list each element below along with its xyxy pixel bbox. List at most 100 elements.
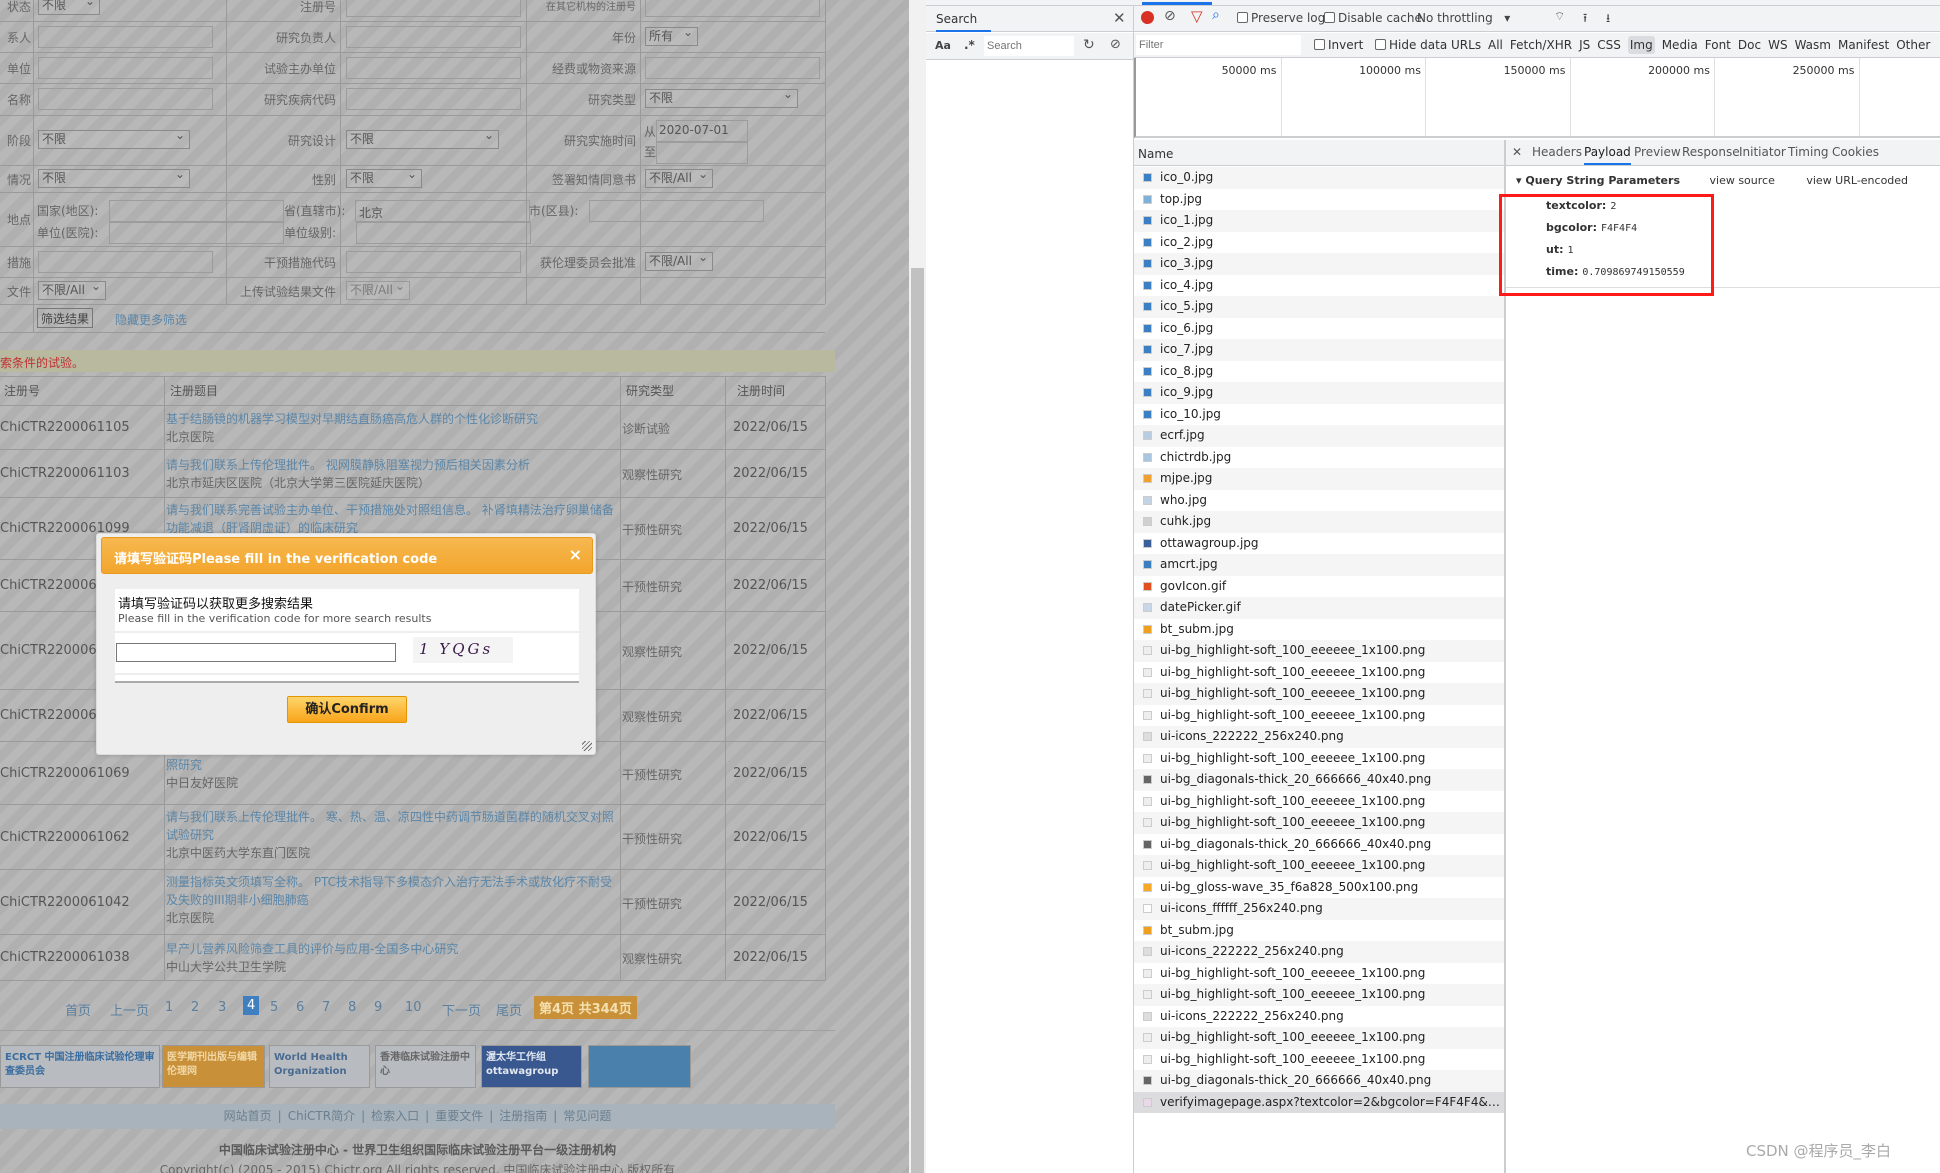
input-2-1[interactable] <box>38 56 213 79</box>
select-5-3[interactable]: 不限/All <box>645 166 713 188</box>
select-5-1[interactable]: 不限 <box>38 166 190 188</box>
select-3-3[interactable]: 不限 <box>645 86 798 108</box>
request-row[interactable]: govIcon.gif <box>1134 575 1504 597</box>
invert-checkbox[interactable]: Invert <box>1314 38 1363 52</box>
request-row[interactable]: ui-bg_highlight-soft_100_eeeeee_1x100.pn… <box>1134 790 1504 812</box>
page-link[interactable]: 1 <box>165 1000 173 1015</box>
clear-icon[interactable]: ⊘ <box>1110 37 1121 52</box>
regex-toggle[interactable]: .* <box>964 38 975 52</box>
request-row[interactable]: top.jpg <box>1134 188 1504 210</box>
trial-title-link[interactable]: 照研究 <box>166 756 616 774</box>
tab-headers[interactable]: Headers <box>1532 145 1582 163</box>
type-filter-ws[interactable]: WS <box>1768 38 1787 52</box>
type-filter-manifest[interactable]: Manifest <box>1838 38 1889 52</box>
filter-icon[interactable]: ▽ <box>1191 7 1203 25</box>
request-row[interactable]: ico_4.jpg <box>1134 274 1504 296</box>
refresh-icon[interactable]: ↻ <box>1083 37 1095 53</box>
partner-logo[interactable]: ECRCT 中国注册临床试验伦理审查委员会 <box>0 1045 160 1088</box>
page-link[interactable]: 4 <box>243 996 260 1015</box>
input-3-2[interactable] <box>346 88 521 110</box>
footer-link[interactable]: 常见问题 <box>563 1109 611 1123</box>
tab-initiator[interactable]: Initiator <box>1739 145 1786 163</box>
query-string-section[interactable]: ▾ Query String Parameters view source vi… <box>1516 174 1908 187</box>
filter-results-button[interactable]: 筛选结果 <box>37 308 94 328</box>
trial-title-link[interactable]: 请与我们联系完善试验主办单位、干预措施处对照组信息。 补肾填精法治疗卵巢储备功能… <box>166 501 616 537</box>
search-tab[interactable]: Search <box>936 12 991 32</box>
registration-id[interactable]: ChiCTR2200061042 <box>0 895 164 910</box>
page-link[interactable]: 上一页 <box>110 1000 149 1019</box>
date-to-input[interactable] <box>656 142 748 164</box>
footer-link[interactable]: 重要文件 <box>435 1109 483 1123</box>
request-row[interactable]: ui-bg_highlight-soft_100_eeeeee_1x100.pn… <box>1134 855 1504 877</box>
trial-title-link[interactable]: 请与我们联系上传伦理批件。 寒、热、温、凉四性中药调节肠道菌群的随机交叉对照试验… <box>166 808 616 844</box>
select-4-2[interactable]: 不限 <box>346 127 499 149</box>
request-row[interactable]: ui-bg_highlight-soft_100_eeeeee_1x100.pn… <box>1134 984 1504 1006</box>
type-filter-doc[interactable]: Doc <box>1738 38 1761 52</box>
request-row[interactable]: ico_8.jpg <box>1134 360 1504 382</box>
timeline-overview[interactable]: 50000 ms 100000 ms 150000 ms 200000 ms 25000… <box>1134 58 1940 138</box>
record-icon[interactable] <box>1141 11 1154 24</box>
page-link[interactable]: 5 <box>270 1000 278 1015</box>
type-filter-fetchxhr[interactable]: Fetch/XHR <box>1510 38 1572 52</box>
confirm-button[interactable]: 确认Confirm <box>287 696 407 723</box>
type-filter-other[interactable]: Other <box>1896 38 1930 52</box>
date-from-input[interactable]: 2020-07-01 <box>656 120 748 142</box>
tab-preview[interactable]: Preview <box>1634 145 1681 163</box>
request-row[interactable]: datePicker.gif <box>1134 597 1504 619</box>
type-filter-img[interactable]: Img <box>1627 36 1655 54</box>
page-link[interactable]: 8 <box>348 1000 356 1015</box>
page-link[interactable]: 10 <box>405 1000 422 1015</box>
type-filter-all[interactable]: All <box>1488 38 1503 52</box>
request-row[interactable]: ui-bg_highlight-soft_100_eeeeee_1x100.pn… <box>1134 1027 1504 1049</box>
request-row[interactable]: ico_5.jpg <box>1134 296 1504 318</box>
trial-title-link[interactable]: 早产儿营养风险筛查工具的评价与应用-全国多中心研究 <box>166 940 616 958</box>
registration-id[interactable]: ChiCTR2200061038 <box>0 950 164 965</box>
type-filter-media[interactable]: Media <box>1662 38 1698 52</box>
clear-icon[interactable]: ⊘ <box>1164 8 1176 24</box>
request-row[interactable]: chictrdb.jpg <box>1134 446 1504 468</box>
input-0-3[interactable] <box>645 0 820 17</box>
input-7-2[interactable] <box>346 250 521 273</box>
select-8-2[interactable]: 不限/All <box>346 278 410 300</box>
type-filter-css[interactable]: CSS <box>1597 38 1621 52</box>
input-1-2[interactable] <box>346 25 521 48</box>
request-row[interactable]: bt_subm.jpg <box>1134 919 1504 941</box>
request-row[interactable]: ui-bg_diagonals-thick_20_666666_40x40.pn… <box>1134 769 1504 791</box>
page-link[interactable]: 6 <box>296 1000 304 1015</box>
request-row[interactable]: ui-bg_highlight-soft_100_eeeeee_1x100.pn… <box>1134 704 1504 726</box>
footer-link[interactable]: 注册指南 <box>499 1109 547 1123</box>
type-filter-js[interactable]: JS <box>1579 38 1590 52</box>
throttling-select[interactable]: No throttling ▾ <box>1417 11 1510 25</box>
close-icon[interactable]: ✕ <box>1113 9 1126 27</box>
page-link[interactable]: 2 <box>191 1000 199 1015</box>
request-row[interactable]: verifyimagepage.aspx?textcolor=2&bgcolor… <box>1134 1091 1504 1113</box>
footer-link[interactable]: 检索入口 <box>371 1109 419 1123</box>
disable-cache-checkbox[interactable]: Disable cache <box>1324 11 1422 25</box>
request-row[interactable]: cuhk.jpg <box>1134 511 1504 533</box>
province-input[interactable]: 北京 <box>355 200 530 222</box>
footer-link[interactable]: 网站首页 <box>224 1109 272 1123</box>
network-conditions-icon[interactable]: ⌔ <box>1554 9 1565 24</box>
view-source-link[interactable]: view source <box>1710 174 1775 187</box>
country-input[interactable] <box>109 200 284 222</box>
request-row[interactable]: ui-bg_diagonals-thick_20_666666_40x40.pn… <box>1134 833 1504 855</box>
request-row[interactable]: ico_0.jpg <box>1134 167 1504 189</box>
input-0-2[interactable] <box>346 0 521 17</box>
request-row[interactable]: ui-icons_222222_256x240.png <box>1134 1005 1504 1027</box>
partner-logo[interactable]: World Health Organization <box>269 1045 370 1088</box>
registration-id[interactable]: ChiCTR2200061103 <box>0 466 164 481</box>
partner-logo[interactable]: 香港临床试验注册中心 <box>375 1045 476 1088</box>
unit-level-input[interactable] <box>356 222 531 244</box>
tab-response[interactable]: Response <box>1682 145 1740 163</box>
tab-cookies[interactable]: Cookies <box>1832 145 1879 163</box>
page-link[interactable]: 3 <box>218 1000 226 1015</box>
request-row[interactable]: ico_1.jpg <box>1134 210 1504 232</box>
page-link[interactable]: 下一页 <box>442 1000 481 1019</box>
resize-handle-icon[interactable] <box>582 741 592 751</box>
request-row[interactable]: ui-bg_highlight-soft_100_eeeeee_1x100.pn… <box>1134 1048 1504 1070</box>
match-case-toggle[interactable]: Aa <box>935 39 951 52</box>
input-2-2[interactable] <box>346 56 521 79</box>
request-row[interactable]: ico_3.jpg <box>1134 253 1504 275</box>
input-1-1[interactable] <box>38 25 213 48</box>
request-row[interactable]: ui-bg_gloss-wave_35_f6a828_500x100.png <box>1134 876 1504 898</box>
